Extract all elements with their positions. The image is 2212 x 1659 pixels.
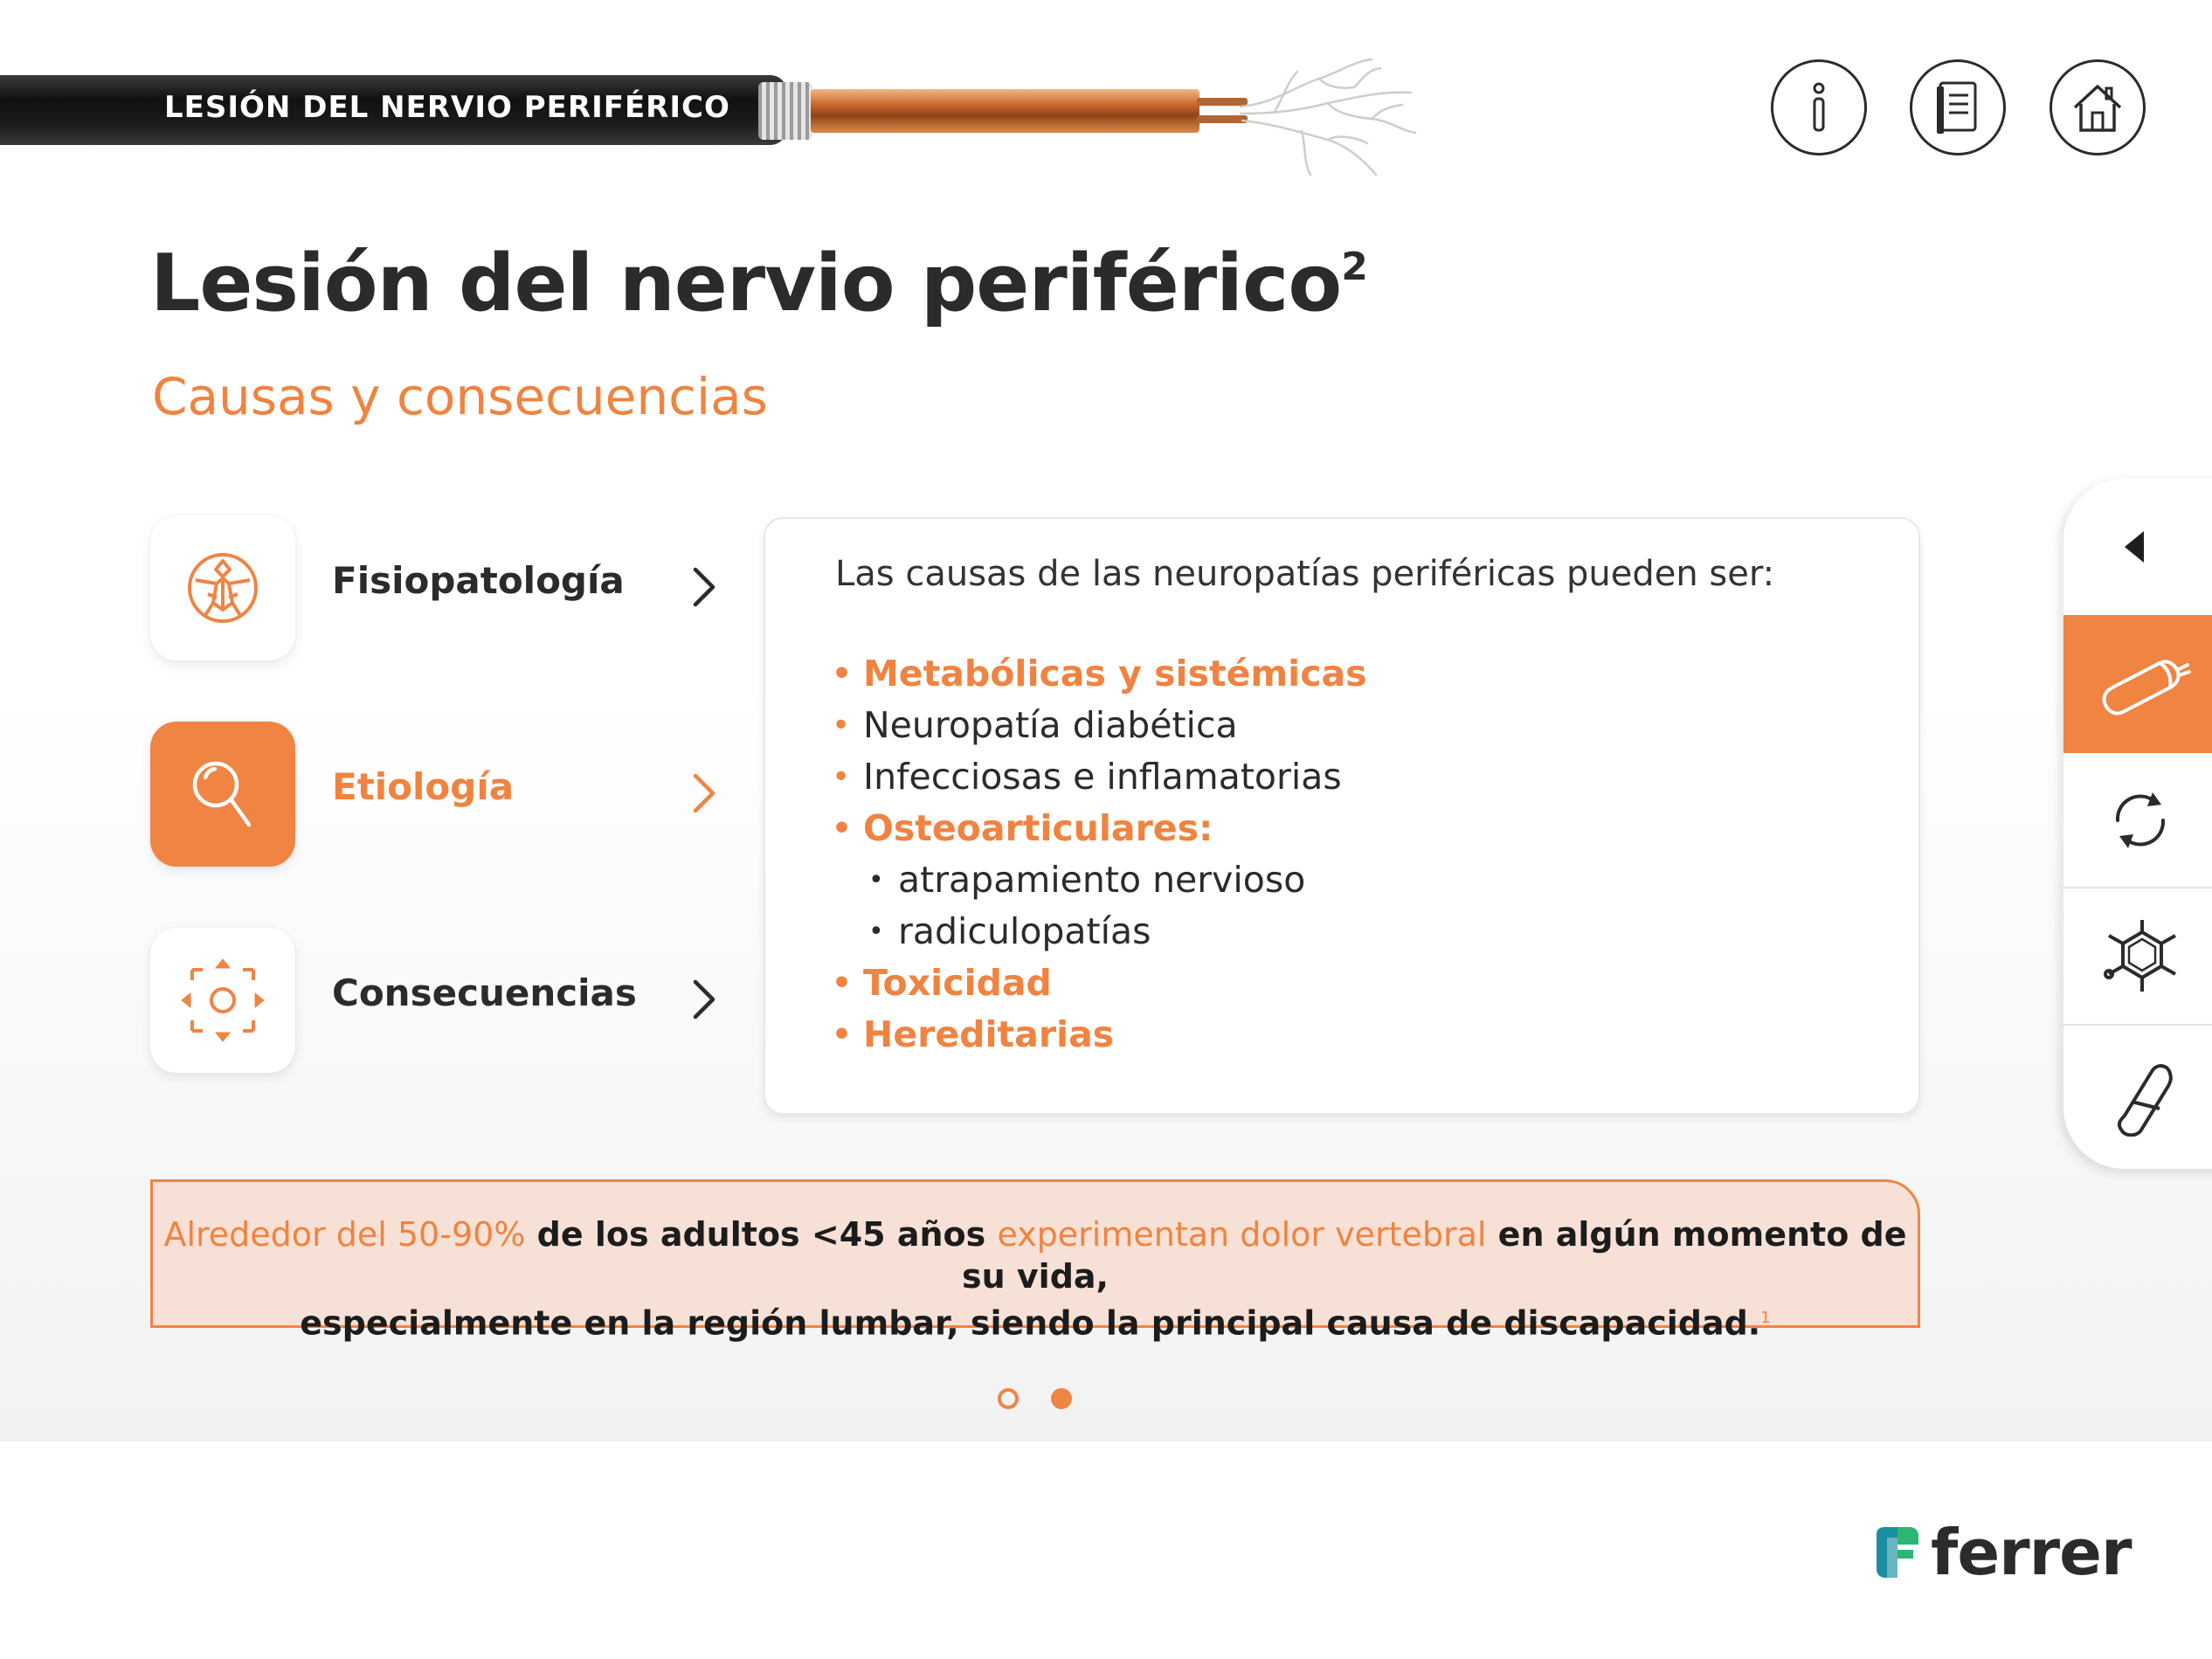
sidenav-collapse-button[interactable] bbox=[2063, 479, 2212, 615]
sidenav-item-cycle[interactable] bbox=[2063, 753, 2212, 888]
page-subtitle: Causas y consecuencias bbox=[152, 367, 768, 426]
list-item: Toxicidad bbox=[832, 957, 1367, 1009]
references-button[interactable] bbox=[1910, 59, 2006, 156]
sidenav-item-capsule[interactable] bbox=[2063, 1026, 2212, 1169]
pager-dot-2-active[interactable] bbox=[1051, 1388, 1072, 1409]
menu-tile bbox=[150, 515, 295, 660]
cable-copper bbox=[811, 89, 1199, 133]
list-subitem: radiculopatías bbox=[832, 906, 1367, 957]
molecule-icon bbox=[2104, 919, 2176, 992]
side-navigation bbox=[2063, 479, 2212, 1169]
sidenav-item-nerve[interactable] bbox=[2063, 615, 2212, 753]
nerve-cable-icon bbox=[2102, 660, 2191, 715]
menu-label: Fisiopatología bbox=[332, 559, 625, 602]
panel-intro: Las causas de las neuropatías periférica… bbox=[835, 554, 1775, 594]
list-item: Infecciosas e inflamatorias bbox=[832, 751, 1367, 803]
collapse-arrow-icon bbox=[2125, 531, 2144, 563]
cable-ring bbox=[758, 82, 812, 140]
menu-label-active: Etiología bbox=[332, 765, 515, 808]
ferrer-logo-mark-icon bbox=[1877, 1527, 1918, 1578]
banner-text: de los adultos <45 años bbox=[525, 1215, 998, 1254]
list-item: Neuropatía diabética bbox=[832, 700, 1367, 751]
info-icon bbox=[1813, 82, 1825, 132]
human-body-icon bbox=[188, 553, 258, 623]
pager-dot-1[interactable] bbox=[998, 1388, 1019, 1409]
ferrer-logo-text: ferrer bbox=[1931, 1516, 2133, 1589]
menu-tile bbox=[150, 928, 295, 1073]
chevron-right-icon bbox=[693, 773, 715, 813]
banner-reference: 1 bbox=[1760, 1309, 1771, 1327]
cycle-arrows-icon bbox=[2115, 792, 2166, 848]
banner-highlight: experimentan dolor vertebral bbox=[997, 1215, 1487, 1254]
statistic-banner: Alrededor del 50-90% de los adultos <45 … bbox=[150, 1179, 1920, 1343]
title-reference: 2 bbox=[1341, 245, 1368, 289]
home-button[interactable] bbox=[2050, 59, 2146, 156]
radiate-arrows-icon bbox=[181, 958, 265, 1042]
menu-item-consecuencias[interactable]: Consecuencias bbox=[150, 928, 727, 1075]
banner-line-2: especialmente en la región lumbar, siend… bbox=[153, 1297, 1918, 1344]
sidenav-item-molecule[interactable] bbox=[2063, 888, 2212, 1024]
home-icon bbox=[2073, 85, 2122, 132]
list-item: Metabólicas y sistémicas bbox=[832, 648, 1367, 700]
magnifier-icon bbox=[192, 761, 252, 827]
chevron-right-icon bbox=[693, 567, 715, 607]
banner-line-1: Alrededor del 50-90% de los adultos <45 … bbox=[153, 1213, 1918, 1297]
book-icon bbox=[1937, 81, 1977, 134]
menu-label: Consecuencias bbox=[332, 971, 637, 1014]
nerve-fibers-icon bbox=[1239, 58, 1417, 176]
list-item: Osteoarticulares: bbox=[832, 803, 1367, 854]
ferrer-logo: ferrer bbox=[1871, 1516, 2133, 1589]
list-item: Hereditarias bbox=[832, 1009, 1367, 1061]
capsule-icon bbox=[2117, 1064, 2173, 1137]
list-subitem: atrapamiento nervioso bbox=[832, 854, 1367, 906]
header-title: LESIÓN DEL NERVIO PERIFÉRICO bbox=[164, 90, 730, 125]
menu-tile-active bbox=[150, 722, 295, 867]
causes-list: Metabólicas y sistémicas Neuropatía diab… bbox=[832, 648, 1367, 1061]
menu-item-fisiopatologia[interactable]: Fisiopatología bbox=[150, 515, 727, 662]
banner-text: especialmente en la región lumbar, siend… bbox=[300, 1303, 1761, 1343]
chevron-right-icon bbox=[693, 979, 715, 1020]
banner-highlight: Alrededor del 50-90% bbox=[163, 1215, 526, 1254]
menu-item-etiologia[interactable]: Etiología bbox=[150, 722, 727, 868]
page-title: Lesión del nervio periférico2 bbox=[150, 238, 1368, 329]
content-panel: Las causas de las neuropatías periférica… bbox=[764, 517, 1920, 1115]
info-button[interactable] bbox=[1771, 59, 1867, 156]
